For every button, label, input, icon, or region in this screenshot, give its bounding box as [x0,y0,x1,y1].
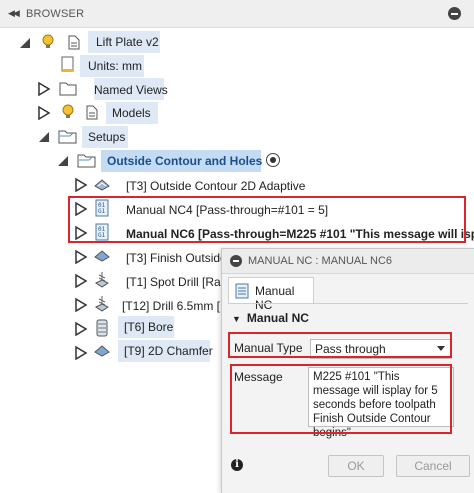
highlight-box [228,332,452,358]
collapsed-triangle-icon[interactable] [74,298,88,312]
tab-divider [228,303,468,304]
tab-manual-nc[interactable]: Manual NC [228,277,314,312]
setup-icon [77,154,96,168]
op-label[interactable]: [T3] Outside Contour 2D Adaptive [126,179,305,193]
units-item[interactable]: Units: mm [80,55,144,77]
manual-nc-tab-icon [235,283,249,299]
named-views-label: Named Views [94,83,168,97]
minimize-icon[interactable] [230,255,242,267]
setups-label: Setups [88,130,126,144]
collapsed-triangle-icon[interactable] [37,82,51,96]
collapsed-triangle-icon[interactable] [37,106,51,120]
browser-header: ◀◀ BROWSER [0,0,474,28]
collapsed-triangle-icon[interactable] [74,346,88,360]
component-icon [86,105,98,120]
cancel-button[interactable]: Cancel [396,455,470,477]
units-label: Units: mm [88,59,142,73]
adaptive-op-icon [94,179,110,191]
collapsed-triangle-icon[interactable] [74,250,88,264]
setup-outside-contour[interactable]: Outside Contour and Holes [101,150,263,172]
op-bore[interactable]: [T6] Bore [118,316,174,338]
op-label: [T6] Bore [124,320,174,334]
active-setup-radio-icon[interactable] [265,152,281,168]
expanded-triangle-icon[interactable] [56,154,70,168]
lightbulb-icon[interactable] [61,104,75,120]
info-icon[interactable]: i [231,459,243,471]
highlight-box [230,364,452,434]
highlight-box [68,196,466,243]
collapsed-triangle-icon[interactable] [74,178,88,192]
collapsed-triangle-icon[interactable] [74,322,88,336]
models-label: Models [112,106,151,120]
op-label: [T9] 2D Chamfer [124,344,213,358]
document-units-icon [61,56,74,72]
expanded-triangle-icon[interactable] [37,130,51,144]
lightbulb-icon[interactable] [41,34,55,50]
setup-label: Outside Contour and Holes [107,154,263,168]
collapsed-triangle-icon[interactable] [74,274,88,288]
minimize-icon[interactable] [448,7,461,20]
collapse-panel-icon[interactable]: ◀◀ [8,8,20,19]
tab-label: Manual NC [255,284,295,312]
tree-root[interactable]: Lift Plate v2 [88,31,160,53]
setups-folder-icon [58,130,77,144]
chamfer-op-icon [94,345,110,357]
section-collapse-icon[interactable]: ▼ [232,314,241,324]
section-title: Manual NC [246,311,309,325]
tree-root-label: Lift Plate v2 [96,35,159,49]
bore-icon [96,319,108,337]
dialog-title: MANUAL NC : MANUAL NC6 [248,255,393,267]
contour-op-icon [94,250,110,262]
spot-drill-icon [95,272,109,288]
models-item[interactable]: Models [106,102,158,124]
setups-item[interactable]: Setups [82,126,128,148]
component-icon [68,35,80,50]
drill-icon [95,296,109,312]
expanded-triangle-icon[interactable] [18,36,32,50]
panel-title: BROWSER [26,8,85,20]
op-chamfer[interactable]: [T9] 2D Chamfer [118,340,213,362]
section-header[interactable]: ▼ Manual NC [232,311,309,325]
dialog-titlebar: MANUAL NC : MANUAL NC6 [222,249,474,274]
op-label[interactable]: [T12] Drill 6.5mm [De [122,299,235,313]
folder-icon [59,82,77,96]
named-views-item[interactable]: Named Views [94,78,168,100]
ok-button[interactable]: OK [328,455,384,477]
